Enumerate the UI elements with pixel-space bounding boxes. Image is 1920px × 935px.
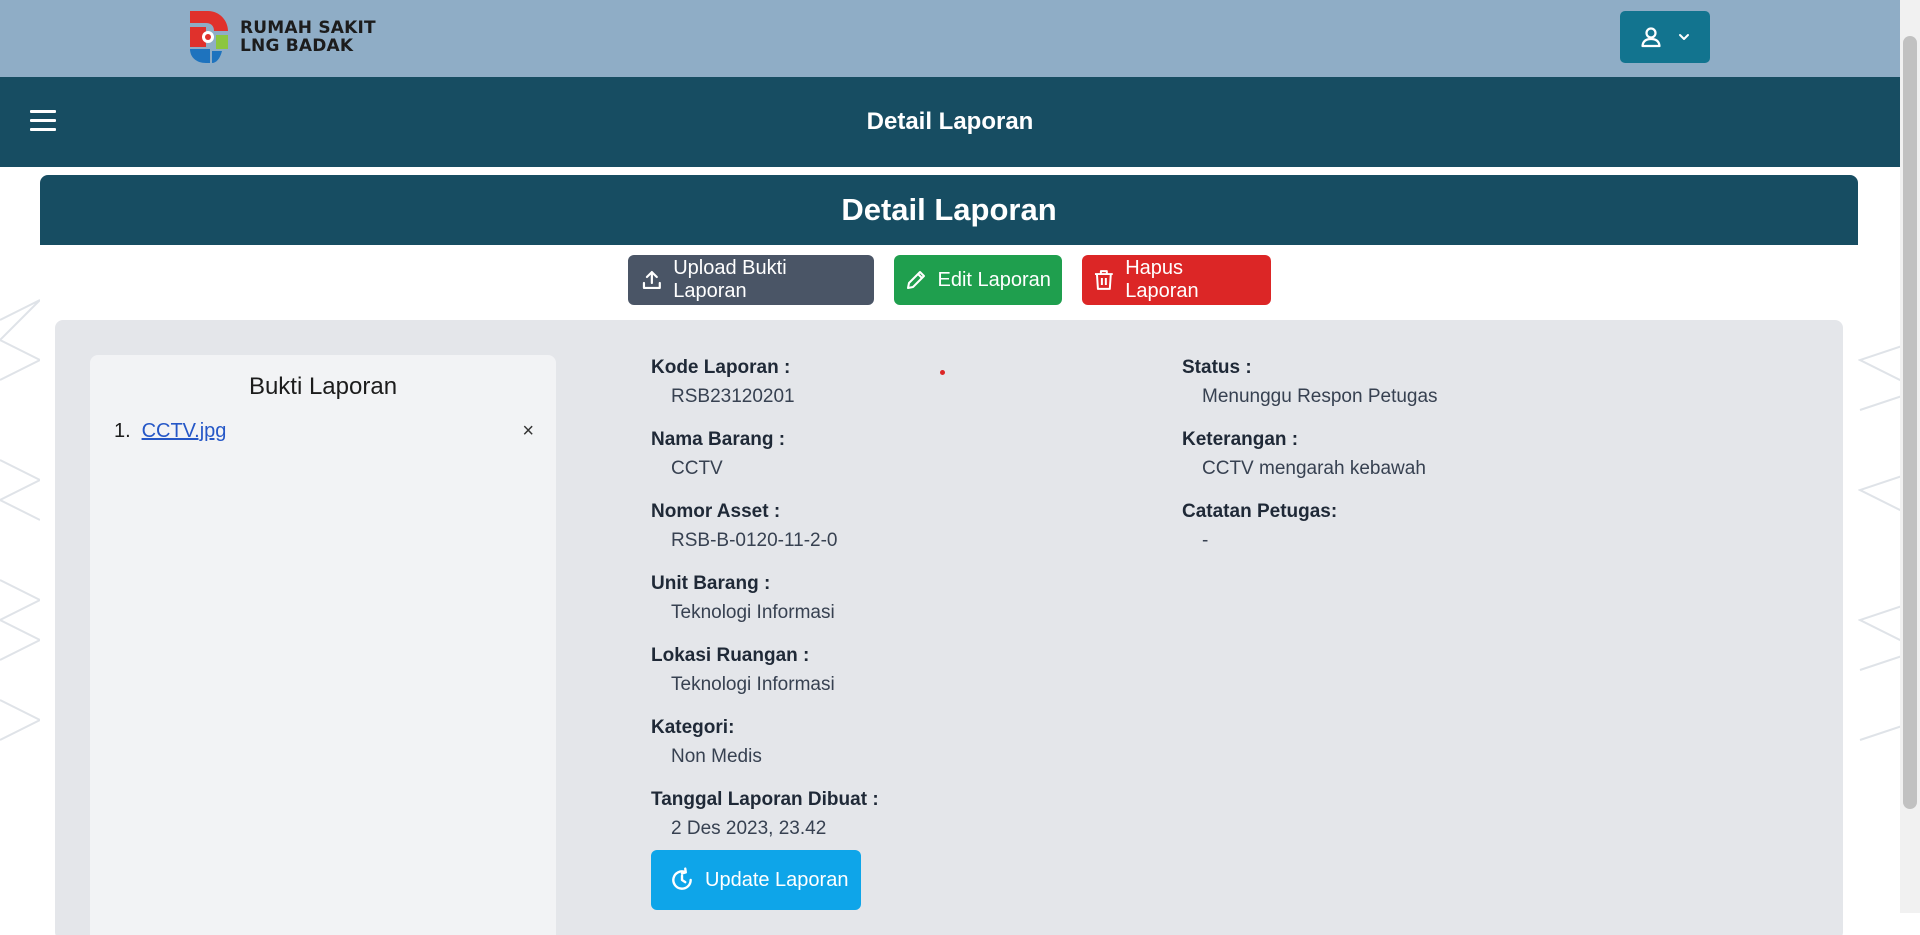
scrollbar-thumb[interactable] [1903,36,1917,809]
user-menu-button[interactable] [1620,11,1710,63]
page-title: Detail Laporan [866,108,1034,135]
bukti-title: Bukti Laporan [248,373,398,400]
user-icon [1641,27,1661,48]
hapus-laporan-label: Hapus Laporan [1125,257,1199,302]
field-value: RSB-B-0120-11-2-0 [671,530,838,551]
logo-mark-icon [190,11,228,63]
brand-line-1: RUMAH SAKIT [240,18,376,38]
hospital-logo[interactable]: RUMAH SAKIT LNG BADAK [188,9,376,65]
field-label: Lokasi Ruangan : [651,645,810,666]
cursor-dot [940,370,945,375]
field-label: Kategori: [651,717,735,738]
field-unit-barang: Unit Barang : Teknologi Informasi [651,571,879,627]
field-value: - [1202,530,1209,551]
top-bar: RUMAH SAKIT LNG BADAK [0,0,1920,77]
update-laporan-label: Update Laporan [705,868,849,891]
brand-line-2: LNG BADAK [240,36,354,56]
field-nomor-asset: Nomor Asset : RSB-B-0120-11-2-0 [651,499,879,555]
field-label: Nomor Asset : [651,501,781,522]
list-item-number: 1. [114,420,131,442]
field-value: CCTV [671,458,723,479]
pencil-icon [906,271,925,289]
field-nama-barang: Nama Barang : CCTV [651,427,879,483]
bukti-laporan-box: Bukti Laporan 1. CCTV.jpg × [90,355,556,935]
edit-laporan-button[interactable]: Edit Laporan [893,255,1062,305]
edit-laporan-label: Edit Laporan [937,268,1051,291]
field-label: Status : [1182,357,1252,378]
upload-bukti-button[interactable]: Upload Bukti Laporan [627,255,874,305]
field-label: Tanggal Laporan Dibuat : [651,789,879,810]
field-value: CCTV mengarah kebawah [1202,458,1426,479]
field-label: Nama Barang : [651,429,786,450]
field-value: Menunggu Respon Petugas [1202,386,1438,407]
field-status: Status : Menunggu Respon Petugas [1182,355,1438,411]
upload-icon [642,271,661,289]
field-catatan-petugas: Catatan Petugas: - [1182,499,1438,555]
field-kode-laporan: Kode Laporan : RSB23120201 [651,355,879,411]
field-value: Teknologi Informasi [671,674,835,695]
list-item: 1. CCTV.jpg × [114,420,534,443]
close-icon[interactable]: × [522,420,534,443]
refresh-icon [672,867,692,890]
detail-column-left: Kode Laporan : RSB23120201 Nama Barang :… [651,355,879,859]
field-label: Catatan Petugas: [1182,501,1338,522]
field-value: RSB23120201 [671,386,795,407]
field-value: Non Medis [671,746,762,767]
navbar: Detail Laporan [0,77,1900,167]
field-label: Kode Laporan : [651,357,791,378]
field-lokasi-ruangan: Lokasi Ruangan : Teknologi Informasi [651,643,879,699]
bukti-file-link[interactable]: CCTV.jpg [142,420,227,442]
field-label: Unit Barang : [651,573,771,594]
hapus-laporan-button[interactable]: Hapus Laporan [1081,255,1271,305]
field-value: 2 Des 2023, 23.42 [671,818,827,839]
field-kategori: Kategori: Non Medis [651,715,879,771]
field-tanggal-laporan: Tanggal Laporan Dibuat : 2 Des 2023, 23.… [651,787,879,843]
upload-bukti-label: Upload Bukti Laporan [673,257,787,302]
field-label: Keterangan : [1182,429,1299,450]
chevron-down-icon [1679,34,1689,40]
trash-icon [1094,270,1113,290]
field-keterangan: Keterangan : CCTV mengarah kebawah [1182,427,1438,483]
detail-column-right: Status : Menunggu Respon Petugas Keteran… [1182,355,1438,571]
update-laporan-button[interactable]: Update Laporan [651,850,861,910]
card-title: Detail Laporan [40,175,1858,245]
detail-card: Detail Laporan Upload Bukti Laporan Edit… [40,175,1858,935]
action-bar: Upload Bukti Laporan Edit Laporan Hapus … [40,255,1858,305]
detail-panel: Bukti Laporan 1. CCTV.jpg × Kode Laporan… [55,320,1843,935]
field-value: Teknologi Informasi [671,602,835,623]
